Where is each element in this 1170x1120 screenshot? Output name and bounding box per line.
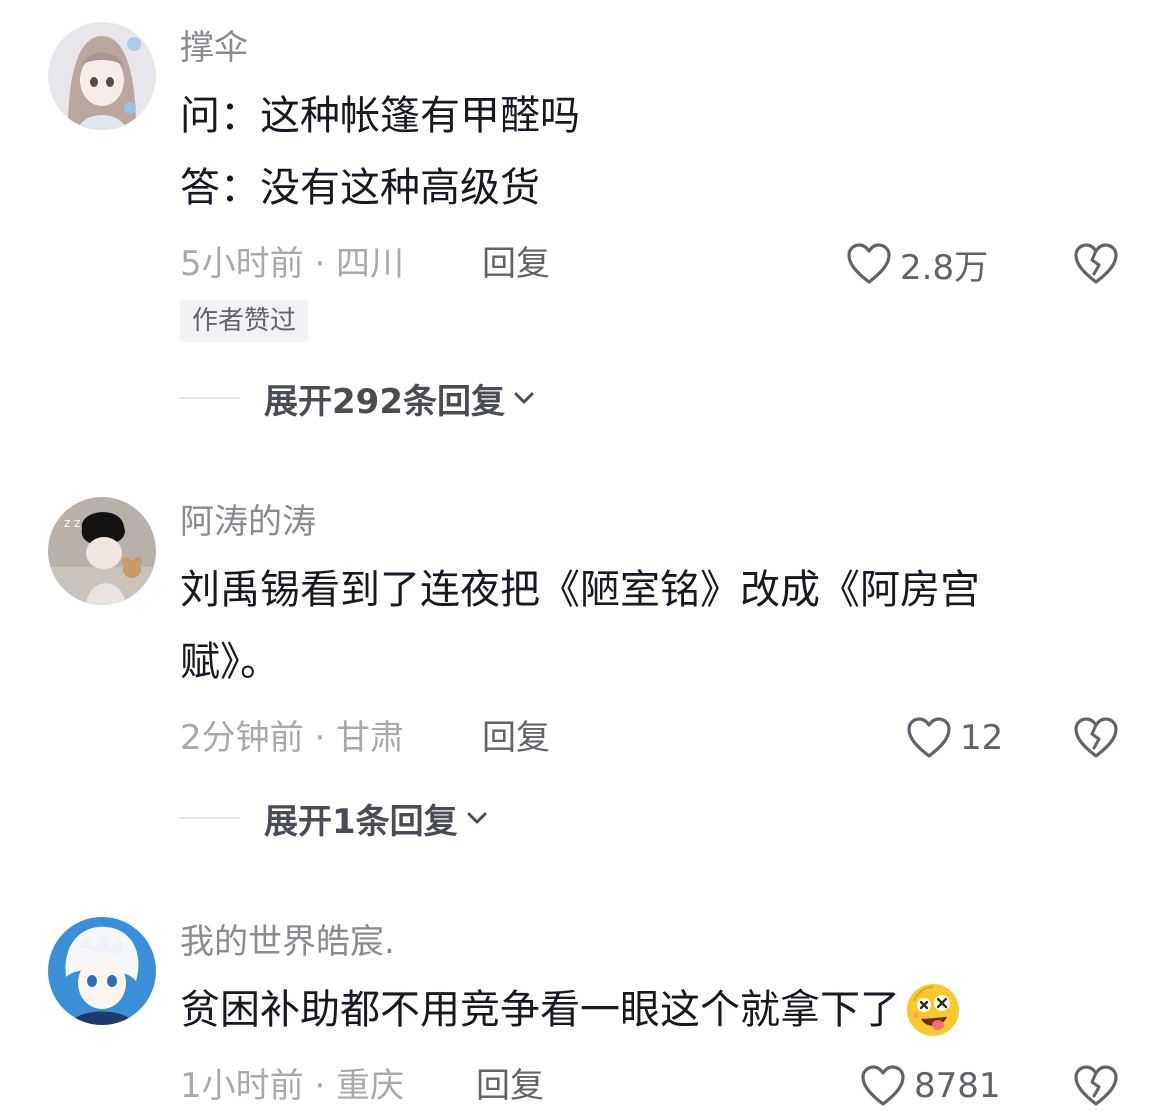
broken-heart-icon xyxy=(1074,1065,1118,1106)
chevron-down-icon xyxy=(467,812,487,824)
like-button[interactable]: 2.8万 xyxy=(846,240,988,288)
comment-text: 问：这种帐篷有甲醛吗 答：没有这种高级货 xyxy=(180,80,1130,224)
comment-line: 贫困补助都不用竞争看一眼这个就拿下了 xyxy=(180,987,900,1033)
broken-heart-icon xyxy=(1074,717,1118,758)
reply-button[interactable]: 回复 xyxy=(482,240,550,288)
heart-outline-icon xyxy=(847,243,891,284)
heart-outline-icon xyxy=(861,1065,905,1106)
expand-replies-button[interactable]: 展开292条回复 xyxy=(180,374,537,422)
reply-button[interactable]: 回复 xyxy=(476,1062,544,1110)
comment-body: 我的世界皓宸. 贫困补助都不用竞争看一眼这个就拿下了 xyxy=(180,920,1130,1046)
username[interactable]: 阿涛的涛 xyxy=(180,500,1130,544)
comment-line: 赋》。 xyxy=(180,639,280,685)
avatar[interactable] xyxy=(48,917,156,1025)
username[interactable]: 我的世界皓宸. xyxy=(180,920,1130,964)
svg-text:z z: z z xyxy=(64,516,80,530)
comment-list: 撑伞 问：这种帐篷有甲醛吗 答：没有这种高级货 5小时前 · 四川 回复 2.8… xyxy=(0,0,1170,1120)
dislike-button[interactable] xyxy=(1072,240,1120,288)
like-count: 8781 xyxy=(914,1066,1001,1106)
avatar[interactable]: z z xyxy=(48,497,156,605)
comment-body: 撑伞 问：这种帐篷有甲醛吗 答：没有这种高级货 xyxy=(180,26,1130,224)
username[interactable]: 撑伞 xyxy=(180,26,1130,70)
dislike-button[interactable] xyxy=(1072,1062,1120,1110)
author-liked-badge: 作者赞过 xyxy=(180,300,309,342)
like-button[interactable]: 8781 xyxy=(860,1062,1001,1110)
expand-replies-button[interactable]: 展开1条回复 xyxy=(180,794,490,842)
expand-replies-label: 展开1条回复 xyxy=(264,801,458,842)
comment-text: 贫困补助都不用竞争看一眼这个就拿下了 xyxy=(180,974,1130,1046)
drooling-face-emoji-icon xyxy=(907,984,959,1036)
comment-body: 阿涛的涛 刘禹锡看到了连夜把《陋室铭》改成《阿房宫 赋》。 xyxy=(180,500,1130,698)
comment-line: 问：这种帐篷有甲醛吗 xyxy=(180,93,580,139)
heart-outline-icon xyxy=(907,717,951,758)
comment-text: 刘禹锡看到了连夜把《陋室铭》改成《阿房宫 赋》。 xyxy=(180,554,1130,698)
divider xyxy=(180,397,240,399)
like-count: 12 xyxy=(960,718,1004,758)
comment-line: 刘禹锡看到了连夜把《陋室铭》改成《阿房宫 xyxy=(180,567,980,613)
time-location: 2分钟前 · 甘肃 xyxy=(180,718,405,758)
dislike-button[interactable] xyxy=(1072,714,1120,762)
divider xyxy=(180,817,240,819)
comment-line: 答：没有这种高级货 xyxy=(180,165,540,211)
time-location: 5小时前 · 四川 xyxy=(180,244,405,284)
expand-replies-label: 展开292条回复 xyxy=(264,381,505,422)
like-button[interactable]: 12 xyxy=(906,714,1003,762)
broken-heart-icon xyxy=(1074,243,1118,284)
like-count: 2.8万 xyxy=(900,247,989,288)
chevron-down-icon xyxy=(514,392,534,404)
reply-button[interactable]: 回复 xyxy=(482,714,550,762)
avatar[interactable] xyxy=(48,22,156,130)
time-location: 1小时前 · 重庆 xyxy=(180,1066,405,1106)
